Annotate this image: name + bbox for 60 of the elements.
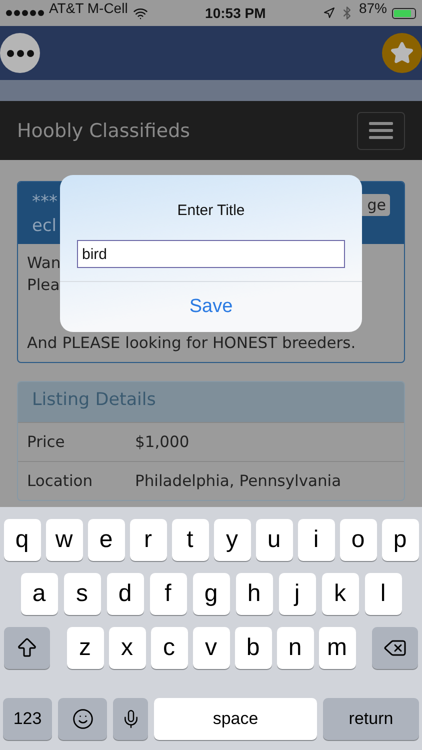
emoji-key[interactable] [58,698,107,740]
detail-label: Location [27,472,94,490]
key[interactable]: q [4,519,40,561]
location-icon [322,7,335,19]
key[interactable]: p [382,519,418,561]
key[interactable]: u [256,519,292,561]
key[interactable]: e [88,519,124,561]
title-input[interactable]: bird [77,240,345,268]
key[interactable]: b [234,627,272,669]
menu-button[interactable] [357,112,405,150]
detail-label: Price [27,433,66,451]
key[interactable]: k [322,573,358,615]
key[interactable]: v [192,627,230,669]
dialog-title: Enter Title [177,202,245,219]
status-time: 10:53 PM [205,5,266,21]
battery-icon [392,8,416,18]
favorite-button[interactable] [382,33,422,73]
key[interactable]: n [276,627,314,669]
signal-icon [6,10,44,16]
detail-value: $1,000 [135,433,190,451]
dictation-key[interactable] [113,698,148,740]
key[interactable]: x [108,627,146,669]
shift-key[interactable] [4,627,50,669]
key[interactable]: y [214,519,250,561]
key[interactable]: i [298,519,334,561]
listing-text: Wan [27,253,61,274]
listing-text: And PLEASE looking for HONEST breeders. [27,333,356,354]
more-button[interactable] [0,33,40,73]
listing-title: *** [32,191,58,214]
shift-icon [15,636,39,660]
detail-value: Philadelphia, Pennsylvania [135,472,342,490]
numbers-key[interactable]: 123 [3,698,52,740]
star-icon [390,41,414,65]
key[interactable]: g [192,573,230,615]
listing-title: ecl [32,215,58,238]
site-title[interactable]: Hoobly Classifieds [17,120,190,142]
key[interactable]: t [172,519,208,561]
emoji-icon [72,708,94,730]
key[interactable]: z [66,627,104,669]
key[interactable]: r [130,519,166,561]
battery-percent: 87% [358,0,387,16]
key[interactable]: a [20,573,58,615]
key[interactable]: w [46,519,82,561]
key[interactable]: s [64,573,100,615]
key[interactable]: m [318,627,356,669]
key[interactable]: f [150,573,186,615]
backspace-key[interactable] [372,627,418,669]
key[interactable]: d [106,573,144,615]
carrier-name: AT&T M-Cell [49,0,128,16]
space-key[interactable]: space [154,698,317,740]
key[interactable]: l [364,573,402,615]
listing-text: Plea [27,275,60,296]
details-title: Listing Details [32,390,156,410]
wifi-icon [132,6,148,20]
key[interactable]: j [278,573,316,615]
key[interactable]: h [236,573,272,615]
return-key[interactable]: return [323,698,419,740]
key[interactable]: o [340,519,376,561]
key[interactable]: c [150,627,188,669]
save-button[interactable]: Save [60,281,362,332]
